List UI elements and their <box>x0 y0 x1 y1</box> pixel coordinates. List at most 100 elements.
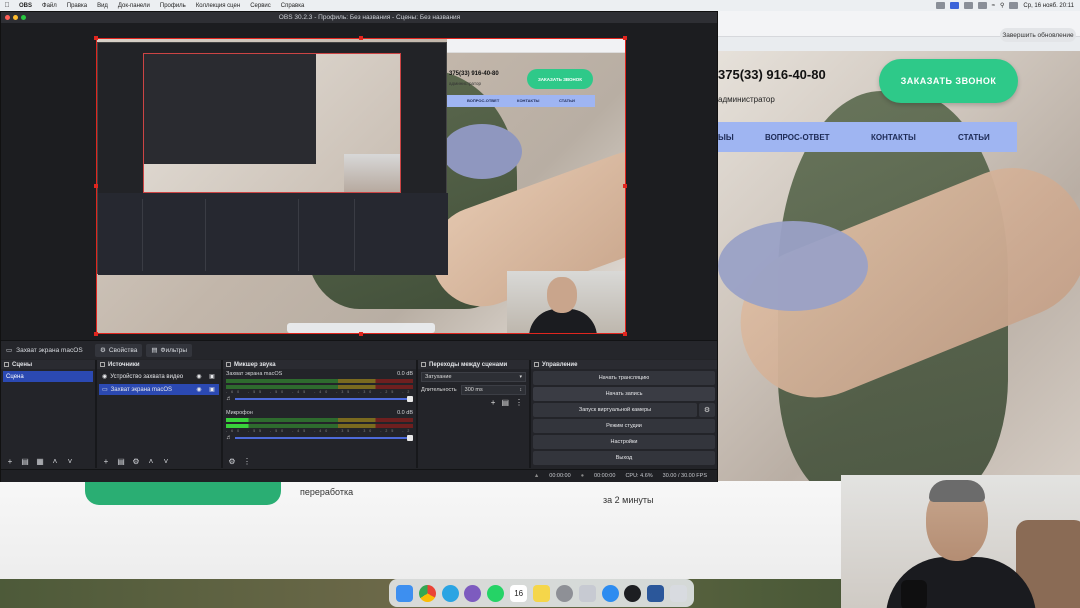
source-item[interactable]: ◉ Устройство захвата видео ◉ ▣ <box>99 371 219 382</box>
chevron-down-icon: ▾ <box>519 374 522 380</box>
remove-transition-icon[interactable]: ▤ <box>501 398 509 407</box>
studio-mode-button[interactable]: Режим студии <box>533 419 715 433</box>
signal-icon: ▲ <box>533 473 540 479</box>
duration-input[interactable]: 300 ms ↕ <box>460 385 526 395</box>
menu-item-app[interactable]: OBS <box>14 3 37 9</box>
move-up-icon[interactable]: ˄ <box>50 457 60 466</box>
cpu-usage: CPU: 4.6% <box>625 473 653 479</box>
status-app-icon[interactable] <box>963 2 973 9</box>
more-icon[interactable]: ⋮ <box>242 457 252 466</box>
virtual-camera-button[interactable]: Запуск виртуальной камеры <box>533 403 697 417</box>
status-app-icon[interactable] <box>949 2 959 9</box>
display-icon: ▭ <box>102 387 108 393</box>
settings-icon[interactable] <box>555 584 573 602</box>
start-stream-button[interactable]: Начать трансляцию <box>533 371 715 385</box>
filter-icon: ▤ <box>151 347 158 354</box>
scene-filters-icon[interactable]: ▦ <box>35 457 45 466</box>
audio-mixer-panel: Микшер звука Захват экрана macOS 0.0 dB -… <box>223 360 416 468</box>
menu-item-help[interactable]: Справка <box>276 3 310 9</box>
speaker-icon[interactable]: ♬ <box>226 435 232 441</box>
notes-icon[interactable] <box>532 584 550 602</box>
finder-icon[interactable] <box>395 584 413 602</box>
nav-item-faq[interactable]: ВОПРОС-ОТВЕТ <box>765 133 830 142</box>
volume-slider[interactable] <box>235 435 413 441</box>
move-down-icon[interactable]: ˅ <box>65 457 75 466</box>
move-down-icon[interactable]: ˅ <box>161 457 171 466</box>
obs-preview[interactable]: 375(33) 916-40-80 администратор ЗАКАЗАТЬ… <box>1 23 717 340</box>
move-up-icon[interactable]: ˄ <box>146 457 156 466</box>
menu-item-tools[interactable]: Сервис <box>245 3 276 9</box>
properties-button[interactable]: ⚙ Свойства <box>95 343 143 357</box>
menu-item-view[interactable]: Вид <box>92 3 113 9</box>
lock-icon[interactable]: ▣ <box>208 373 216 380</box>
order-call-button[interactable]: ЗАКАЗАТЬ ЗВОНОК <box>879 59 1018 103</box>
site-phone[interactable]: 375(33) 916-40-80 <box>718 67 826 82</box>
obs-titlebar[interactable]: OBS 30.2.3 - Профиль: Без названия - Сце… <box>1 12 717 23</box>
fps-readout: 30.00 / 30.00 FPS <box>662 473 707 479</box>
channel-db: 0.0 dB <box>397 371 413 377</box>
obs-status-bar: ▲ 00:00:00 ● 00:00:00 CPU: 4.6% 30.00 / … <box>1 469 717 482</box>
more-icon[interactable]: ⋮ <box>515 398 523 407</box>
filters-button[interactable]: ▤ Фильтры <box>146 343 193 357</box>
eye-icon[interactable]: ◉ <box>195 386 203 393</box>
volume-slider[interactable] <box>235 396 413 402</box>
green-button-partial[interactable] <box>85 481 281 505</box>
search-icon[interactable]: ⚲ <box>1000 2 1004 9</box>
nav-item-partial[interactable]: ЫЫ <box>718 133 734 142</box>
preview-admin: администратор <box>449 81 481 86</box>
menu-item-file[interactable]: Файл <box>37 3 62 9</box>
channel-db: 0.0 dB <box>397 410 413 416</box>
source-item[interactable]: ▭ Захват экрана macOS ◉ ▣ <box>99 384 219 395</box>
remove-scene-icon[interactable]: ▤ <box>20 457 30 466</box>
nav-item-articles[interactable]: СТАТЬИ <box>958 133 990 142</box>
sources-panel: Источники ◉ Устройство захвата видео ◉ ▣… <box>97 360 221 468</box>
meter-ticks: -60 -55 -50 -45 -40 -35 -30 -25 -20 -15 … <box>226 390 413 394</box>
selected-source: ▭ Захват экрана macOS <box>1 346 91 355</box>
menu-clock[interactable]: Ср, 16 нояб. 20:11 <box>1023 3 1074 9</box>
browser-update-button[interactable]: Завершить обновление <box>1000 28 1076 42</box>
battery-icon[interactable] <box>977 2 987 9</box>
add-source-icon[interactable]: + <box>101 457 111 466</box>
whatsapp-icon[interactable] <box>487 584 505 602</box>
safari-icon[interactable] <box>601 584 619 602</box>
exit-button[interactable]: Выход <box>533 451 715 465</box>
menu-item-edit[interactable]: Правка <box>62 3 92 9</box>
eye-icon[interactable]: ◉ <box>195 373 203 380</box>
panel-icon <box>534 362 539 367</box>
start-record-button[interactable]: Начать запись <box>533 387 715 401</box>
close-window-icon[interactable] <box>5 15 10 20</box>
duration-label: Длительность <box>421 387 457 393</box>
source-settings-icon[interactable]: ⚙ <box>131 457 141 466</box>
control-center-icon[interactable] <box>1009 2 1019 9</box>
telegram-icon[interactable] <box>441 584 459 602</box>
launchpad-icon[interactable] <box>578 584 596 602</box>
duration-value: 300 ms <box>464 387 483 393</box>
preview-canvas[interactable]: 375(33) 916-40-80 администратор ЗАКАЗАТЬ… <box>96 38 626 334</box>
trash-icon[interactable] <box>670 584 688 602</box>
lock-icon[interactable]: ▣ <box>208 386 216 393</box>
transition-select[interactable]: Затухание ▾ <box>421 372 526 382</box>
site-nav: ЫЫ ВОПРОС-ОТВЕТ КОНТАКТЫ СТАТЬИ <box>718 122 1017 152</box>
speaker-icon[interactable]: ♬ <box>226 396 232 402</box>
word-icon[interactable] <box>647 584 665 602</box>
nav-item-contacts[interactable]: КОНТАКТЫ <box>871 133 916 142</box>
site-admin-label: администратор <box>718 95 775 104</box>
chrome-icon[interactable] <box>418 584 436 602</box>
settings-button[interactable]: Настройки <box>533 435 715 449</box>
mixer-settings-icon[interactable]: ⚙ <box>227 457 237 466</box>
virtual-camera-settings-icon[interactable]: ⚙ <box>699 403 715 417</box>
scene-item[interactable]: Сцена <box>3 371 93 382</box>
apple-menu-icon[interactable]:  <box>0 2 14 9</box>
menu-item-profile[interactable]: Профиль <box>155 3 191 9</box>
calendar-icon[interactable]: 16 <box>510 584 528 602</box>
add-transition-icon[interactable]: + <box>491 398 496 407</box>
menu-item-docks[interactable]: Док-панели <box>113 3 155 9</box>
obs-icon[interactable] <box>624 584 642 602</box>
menu-item-scene-collection[interactable]: Коллекция сцен <box>191 3 245 9</box>
remove-source-icon[interactable]: ▤ <box>116 457 126 466</box>
wifi-icon[interactable]: ≈ <box>992 3 995 9</box>
viber-icon[interactable] <box>464 584 482 602</box>
add-scene-icon[interactable]: + <box>5 457 15 466</box>
status-app-icon[interactable] <box>935 2 945 9</box>
minimize-window-icon[interactable] <box>13 15 18 20</box>
